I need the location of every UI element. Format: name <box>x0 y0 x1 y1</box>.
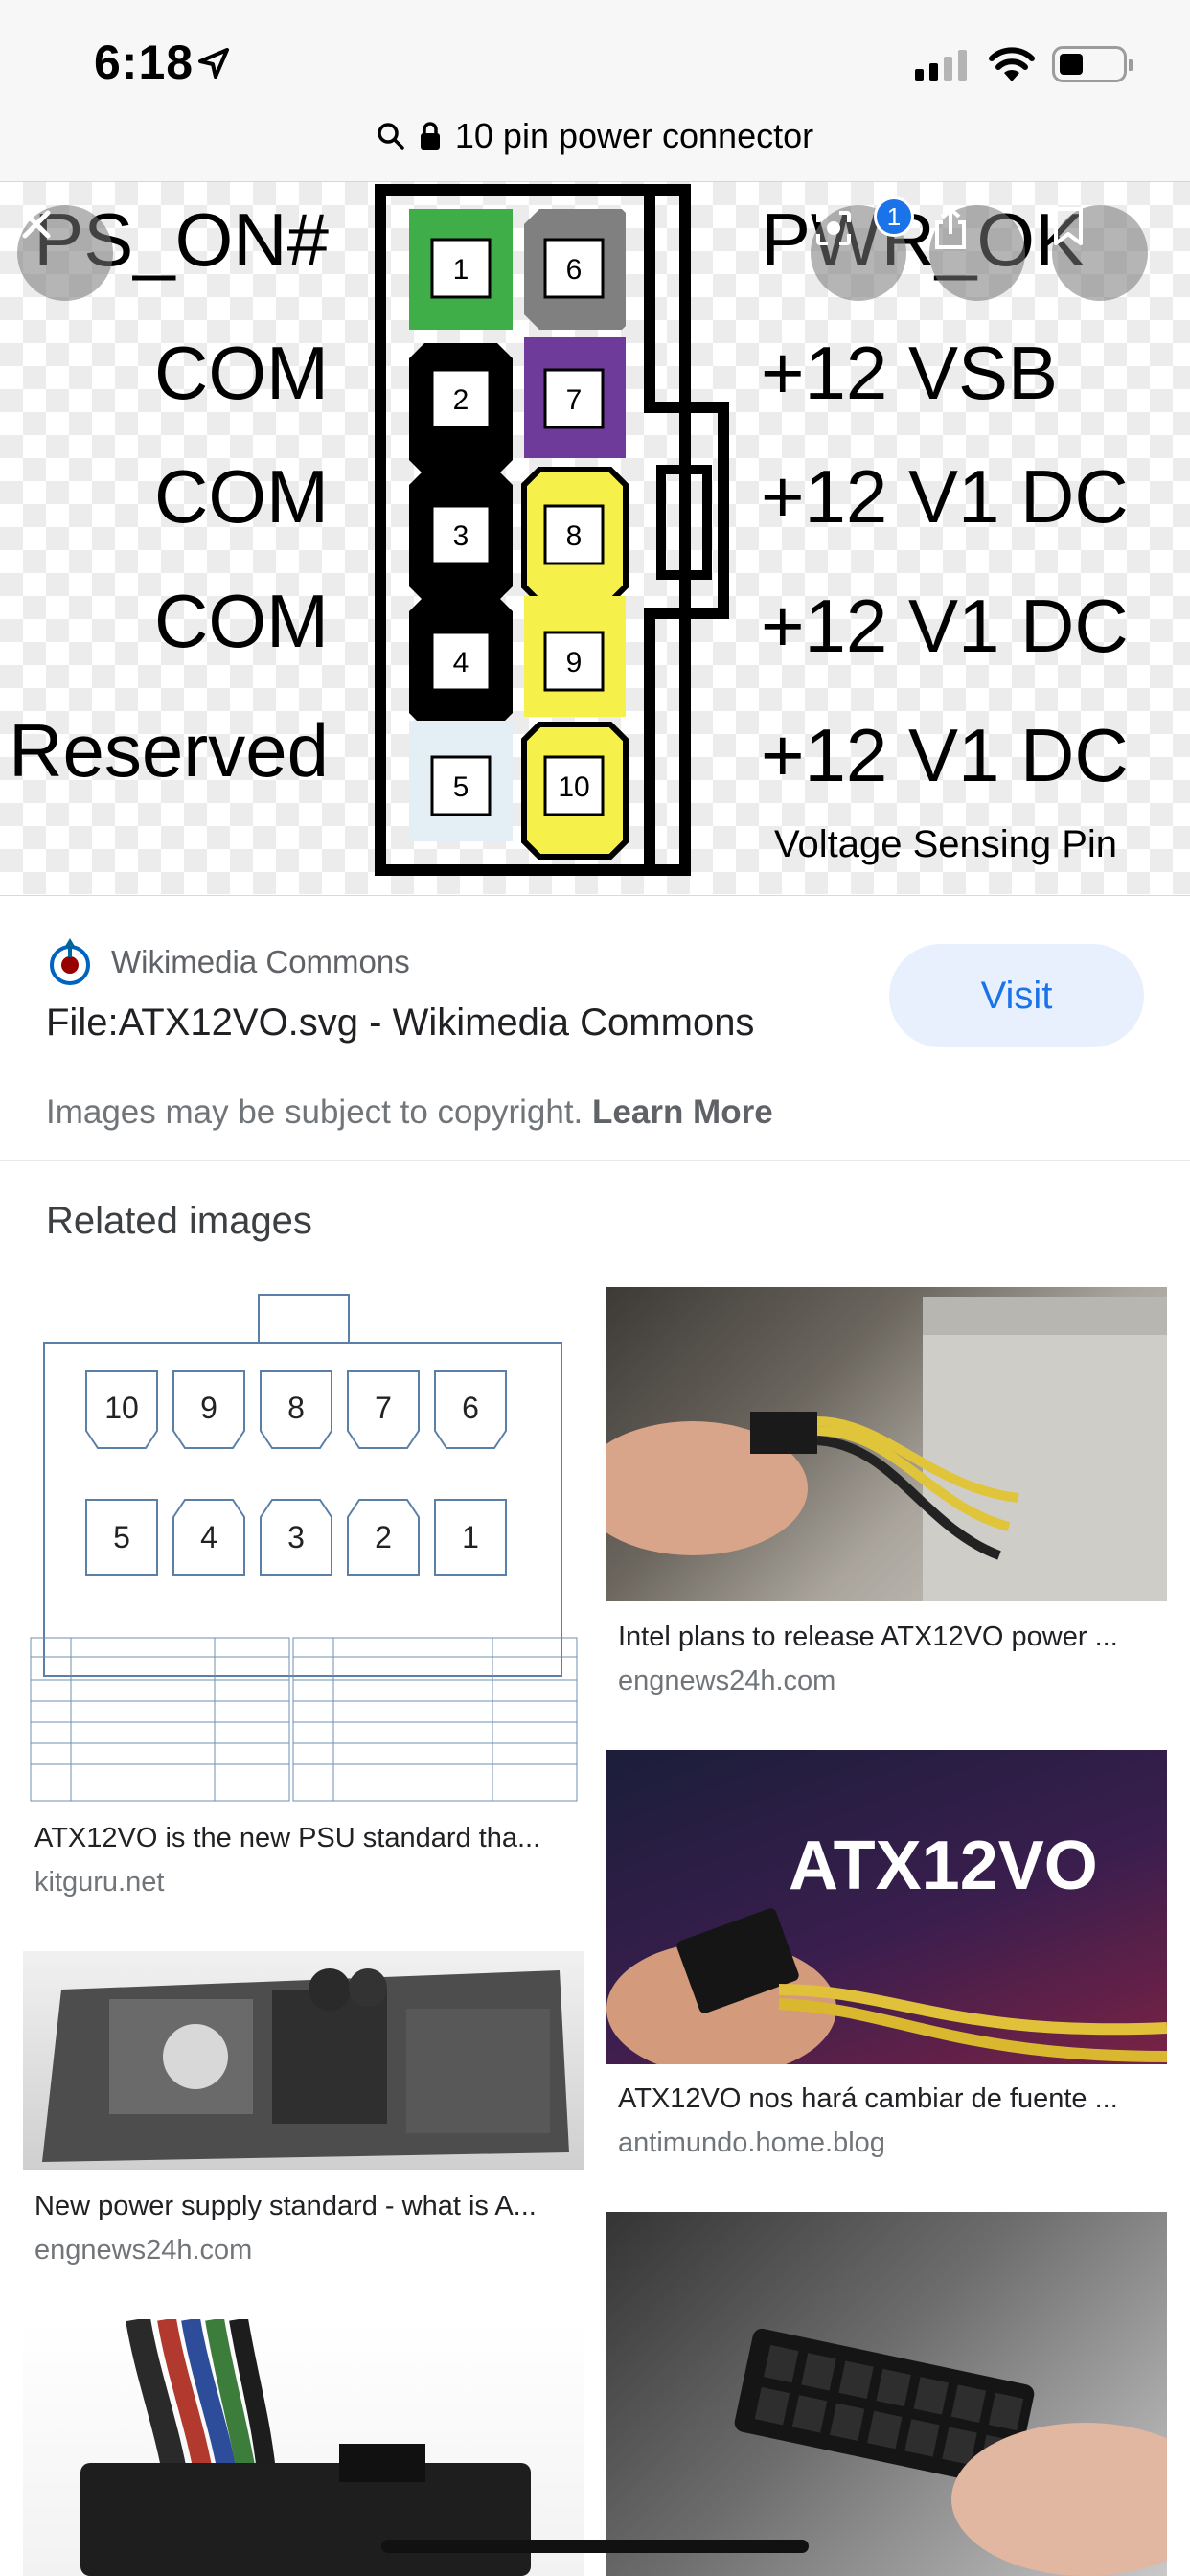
search-icon <box>378 123 404 150</box>
psu-internals-thumbnail <box>42 1968 569 2162</box>
related-image-3[interactable]: ATX12VO <box>606 1750 1167 2064</box>
related-domain-4: engnews24h.com <box>34 2235 253 2266</box>
location-arrow-icon <box>198 48 229 79</box>
diagram-pin-number: 10 <box>104 1391 139 1425</box>
left-label: Reserved <box>9 708 329 793</box>
pin-number: 4 <box>453 647 469 678</box>
related-image-2[interactable] <box>606 1287 1167 1601</box>
status-bar: 6:18 10 pin power connector <box>0 0 1190 182</box>
right-label: PWR_OK <box>761 197 1085 282</box>
related-caption-3[interactable]: ATX12VO nos hará cambiar de fuente ... <box>618 2083 1155 2115</box>
diagram-pin-number: 5 <box>113 1520 130 1554</box>
connector-photo-thumbnail <box>734 2328 1167 2576</box>
left-label: COM <box>154 454 329 539</box>
related-caption-4[interactable]: New power supply standard - what is A... <box>34 2191 571 2222</box>
diagram-pin-number: 7 <box>375 1391 392 1425</box>
lock-icon <box>420 122 440 150</box>
connector-pinout-diagram: PS_ON# COM COM COM Reserved PWR_OK +12 V… <box>9 184 1129 876</box>
close-icon <box>22 210 51 239</box>
pin-number: 2 <box>453 384 469 416</box>
bookmark-icon <box>1054 207 1083 245</box>
source-page-title[interactable]: File:ATX12VO.svg - Wikimedia Commons <box>46 1001 754 1045</box>
share-icon <box>935 206 966 249</box>
voltage-sensing-note: Voltage Sensing Pin <box>774 823 1117 865</box>
divider <box>0 1160 1190 1162</box>
atx12vo-image-text: ATX12VO <box>789 1828 1098 1904</box>
right-label: +12 VSB <box>761 331 1058 415</box>
battery-icon <box>1052 46 1133 82</box>
cable-photo-thumbnail <box>80 2319 531 2576</box>
diagram-pin-number: 9 <box>200 1391 217 1425</box>
hero-image[interactable]: PS_ON# COM COM COM Reserved PWR_OK +12 V… <box>0 182 1190 894</box>
lens-icon <box>816 211 851 245</box>
url-text: 10 pin power connector <box>454 116 814 155</box>
close-button[interactable] <box>17 205 113 301</box>
diagram-pin-number: 1 <box>462 1520 479 1554</box>
pinout-diagram-thumbnail: 10 9 8 7 6 5 4 3 2 1 <box>30 1294 578 1802</box>
pin-number: 6 <box>566 254 583 286</box>
wifi-icon <box>989 47 1035 81</box>
related-domain-2: engnews24h.com <box>618 1666 836 1696</box>
pin-number: 5 <box>453 771 469 803</box>
learn-more-link[interactable]: Learn More <box>592 1093 773 1131</box>
pin-number: 8 <box>566 520 583 552</box>
left-label: COM <box>154 331 329 415</box>
related-images-heading: Related images <box>46 1200 312 1242</box>
notification-badge: 1 <box>874 196 914 237</box>
pin-number: 1 <box>453 254 469 286</box>
diagram-pin-number: 3 <box>287 1520 305 1554</box>
save-button[interactable] <box>1052 205 1148 301</box>
related-image-6[interactable] <box>606 2212 1167 2576</box>
home-indicator[interactable] <box>381 2540 809 2553</box>
source-panel: Wikimedia Commons File:ATX12VO.svg - Wik… <box>0 895 1190 1160</box>
address-bar[interactable]: 10 pin power connector <box>0 107 1190 165</box>
related-domain-1: kitguru.net <box>34 1867 165 1898</box>
status-time: 6:18 <box>94 35 195 89</box>
copyright-notice: Images may be subject to copyright. Lear… <box>46 1093 773 1132</box>
right-label: +12 V1 DC <box>761 454 1129 539</box>
related-caption-1[interactable]: ATX12VO is the new PSU standard tha... <box>34 1823 571 1854</box>
wikimedia-logo-icon <box>50 938 90 985</box>
visit-button[interactable]: Visit <box>889 944 1144 1047</box>
related-image-5[interactable] <box>23 2319 584 2576</box>
pin-number: 3 <box>453 520 469 552</box>
source-site-name[interactable]: Wikimedia Commons <box>111 944 410 980</box>
related-image-1[interactable]: 10 9 8 7 6 5 4 3 2 1 <box>23 1287 584 1803</box>
cellular-signal-icon <box>915 50 967 80</box>
related-caption-2[interactable]: Intel plans to release ATX12VO power ... <box>618 1622 1155 1653</box>
pin-number: 9 <box>566 647 583 678</box>
copyright-text: Images may be subject to copyright. <box>46 1093 584 1131</box>
pin-number: 10 <box>558 771 589 803</box>
diagram-pin-number: 8 <box>287 1391 305 1425</box>
atx12vo-photo-thumbnail: ATX12VO <box>606 1828 1167 2064</box>
psu-photo-thumbnail <box>606 1297 1167 1601</box>
diagram-pin-number: 6 <box>462 1391 479 1425</box>
related-domain-3: antimundo.home.blog <box>618 2128 885 2158</box>
right-label: +12 V1 DC <box>761 713 1129 797</box>
diagram-pin-number: 4 <box>200 1520 217 1554</box>
pin-number: 7 <box>566 384 583 416</box>
share-button[interactable] <box>929 205 1025 301</box>
right-label: +12 V1 DC <box>761 584 1129 668</box>
left-label: COM <box>154 579 329 663</box>
related-image-4[interactable] <box>23 1951 584 2170</box>
diagram-pin-number: 2 <box>375 1520 392 1554</box>
